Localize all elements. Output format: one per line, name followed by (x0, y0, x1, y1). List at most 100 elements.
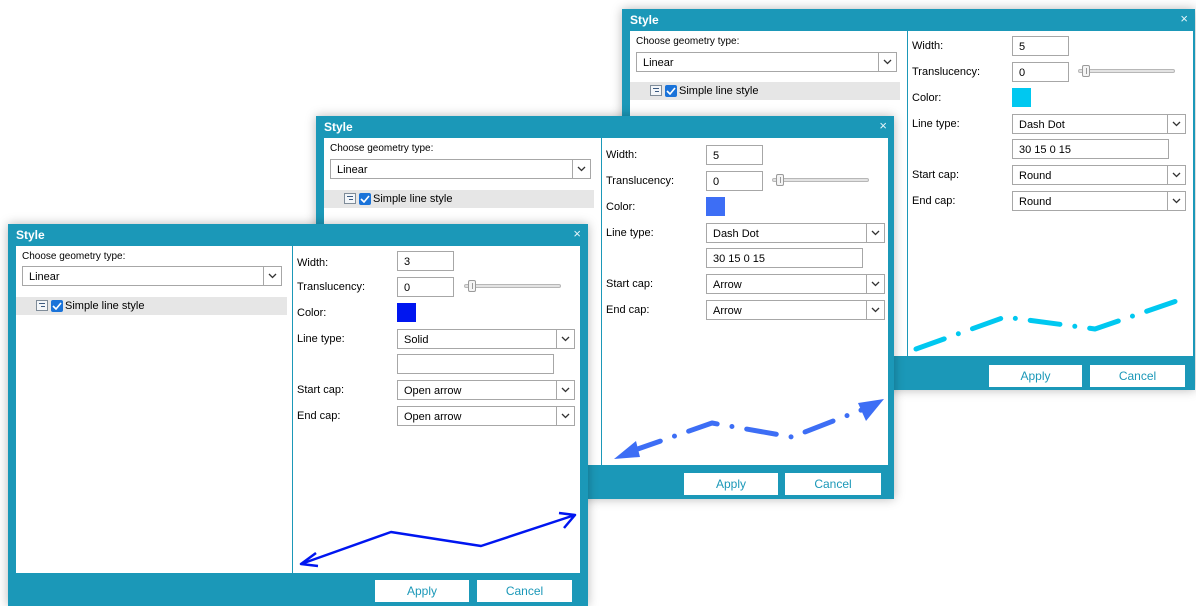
color-swatch[interactable] (1012, 88, 1031, 107)
end-arrow-cap (858, 399, 884, 421)
checkbox-checked-icon[interactable] (51, 300, 63, 312)
chevron-down-icon (866, 275, 884, 293)
translucency-label: Translucency: (912, 66, 981, 78)
start-cap-label: Start cap: (606, 278, 654, 290)
line-style-preview (614, 399, 884, 459)
style-node-icon (36, 300, 48, 311)
dash-pattern-input[interactable]: 30 15 0 15 (1012, 139, 1169, 159)
geometry-type-label: Choose geometry type: (22, 251, 126, 262)
translucency-label: Translucency: (606, 175, 675, 187)
geometry-type-label: Choose geometry type: (636, 36, 740, 47)
checkbox-checked-icon[interactable] (359, 193, 371, 205)
preview-line (300, 513, 576, 566)
start-arrow-cap (614, 441, 640, 459)
dash-pattern-input[interactable]: 30 15 0 15 (706, 248, 863, 268)
chevron-down-icon (1167, 166, 1185, 184)
chevron-down-icon (556, 330, 574, 348)
close-icon[interactable]: × (1180, 12, 1188, 26)
geometry-type-select[interactable]: Linear (330, 159, 591, 179)
apply-button[interactable]: Apply (375, 580, 469, 602)
chevron-down-icon (556, 407, 574, 425)
cancel-button[interactable]: Cancel (477, 580, 572, 602)
style-dialog-front: Style × Choose geometry type: Linear Sim… (8, 224, 588, 606)
preview-line (629, 406, 867, 454)
line-type-label: Line type: (297, 333, 345, 345)
color-label: Color: (606, 201, 636, 213)
translucency-slider[interactable] (772, 178, 869, 182)
style-node-icon (650, 85, 662, 96)
width-input[interactable]: 3 (397, 251, 454, 271)
dialog-titlebar[interactable]: Style × (622, 9, 1195, 31)
line-type-select[interactable]: Solid (397, 329, 575, 349)
preview-line (913, 294, 1191, 352)
geometry-type-label: Choose geometry type: (330, 143, 434, 154)
dialog-title: Style (630, 13, 659, 27)
line-type-select[interactable]: Dash Dot (1012, 114, 1186, 134)
end-cap-select[interactable]: Round (1012, 191, 1186, 211)
width-label: Width: (912, 40, 944, 52)
tree-item-label: Simple line style (679, 85, 759, 97)
geometry-type-value: Linear (337, 164, 368, 176)
translucency-slider-thumb[interactable] (1082, 65, 1090, 77)
translucency-slider[interactable] (464, 284, 561, 288)
translucency-slider-thumb[interactable] (468, 280, 476, 292)
cancel-button[interactable]: Cancel (785, 473, 881, 495)
end-cap-select[interactable]: Open arrow (397, 406, 575, 426)
start-cap-select[interactable]: Arrow (706, 274, 885, 294)
line-style-preview (913, 294, 1191, 352)
chevron-down-icon (866, 301, 884, 319)
geometry-type-select[interactable]: Linear (22, 266, 282, 286)
close-icon[interactable]: × (573, 227, 581, 241)
geometry-panel: Choose geometry type: Linear Simple line… (16, 246, 292, 573)
checkbox-checked-icon[interactable] (665, 85, 677, 97)
start-cap-select[interactable]: Open arrow (397, 380, 575, 400)
translucency-input[interactable]: 0 (1012, 62, 1069, 82)
apply-button[interactable]: Apply (684, 473, 778, 495)
end-cap-label: End cap: (912, 195, 956, 207)
color-swatch[interactable] (397, 303, 416, 322)
tree-item-simple-line-style[interactable]: Simple line style (16, 297, 287, 315)
translucency-slider-thumb[interactable] (776, 174, 784, 186)
color-label: Color: (297, 307, 327, 319)
dialog-title: Style (324, 120, 353, 134)
dialog-title: Style (16, 228, 45, 242)
style-node-icon (344, 193, 356, 204)
dialog-titlebar[interactable]: Style × (8, 224, 588, 246)
style-properties-panel: Width: 5 Translucency: 0 Color: Line typ… (908, 31, 1193, 356)
chevron-down-icon (866, 224, 884, 242)
style-properties-panel: Width: 5 Translucency: 0 Color: Line typ… (602, 138, 888, 465)
tree-item-label: Simple line style (373, 193, 453, 205)
start-cap-label: Start cap: (297, 384, 345, 396)
end-cap-label: End cap: (606, 304, 650, 316)
geometry-type-select[interactable]: Linear (636, 52, 897, 72)
chevron-down-icon (878, 53, 896, 71)
tree-item-simple-line-style[interactable]: Simple line style (630, 82, 900, 100)
line-type-select[interactable]: Dash Dot (706, 223, 885, 243)
width-input[interactable]: 5 (1012, 36, 1069, 56)
tree-item-simple-line-style[interactable]: Simple line style (324, 190, 594, 208)
apply-button[interactable]: Apply (989, 365, 1082, 387)
geometry-type-value: Linear (29, 271, 60, 283)
close-icon[interactable]: × (879, 119, 887, 133)
translucency-label: Translucency: (297, 281, 366, 293)
style-properties-panel: Width: 3 Translucency: 0 Color: Line typ… (293, 246, 580, 573)
width-input[interactable]: 5 (706, 145, 763, 165)
end-cap-select[interactable]: Arrow (706, 300, 885, 320)
color-label: Color: (912, 92, 942, 104)
line-type-label: Line type: (606, 227, 654, 239)
width-label: Width: (606, 149, 638, 161)
dialog-titlebar[interactable]: Style × (316, 116, 894, 138)
start-cap-select[interactable]: Round (1012, 165, 1186, 185)
color-swatch[interactable] (706, 197, 725, 216)
translucency-input[interactable]: 0 (397, 277, 454, 297)
width-label: Width: (297, 257, 329, 269)
geometry-type-value: Linear (643, 57, 674, 69)
translucency-input[interactable]: 0 (706, 171, 763, 191)
chevron-down-icon (263, 267, 281, 285)
end-cap-label: End cap: (297, 410, 341, 422)
chevron-down-icon (1167, 192, 1185, 210)
translucency-slider[interactable] (1078, 69, 1175, 73)
dash-pattern-input[interactable] (397, 354, 554, 374)
tree-item-label: Simple line style (65, 300, 145, 312)
cancel-button[interactable]: Cancel (1090, 365, 1185, 387)
